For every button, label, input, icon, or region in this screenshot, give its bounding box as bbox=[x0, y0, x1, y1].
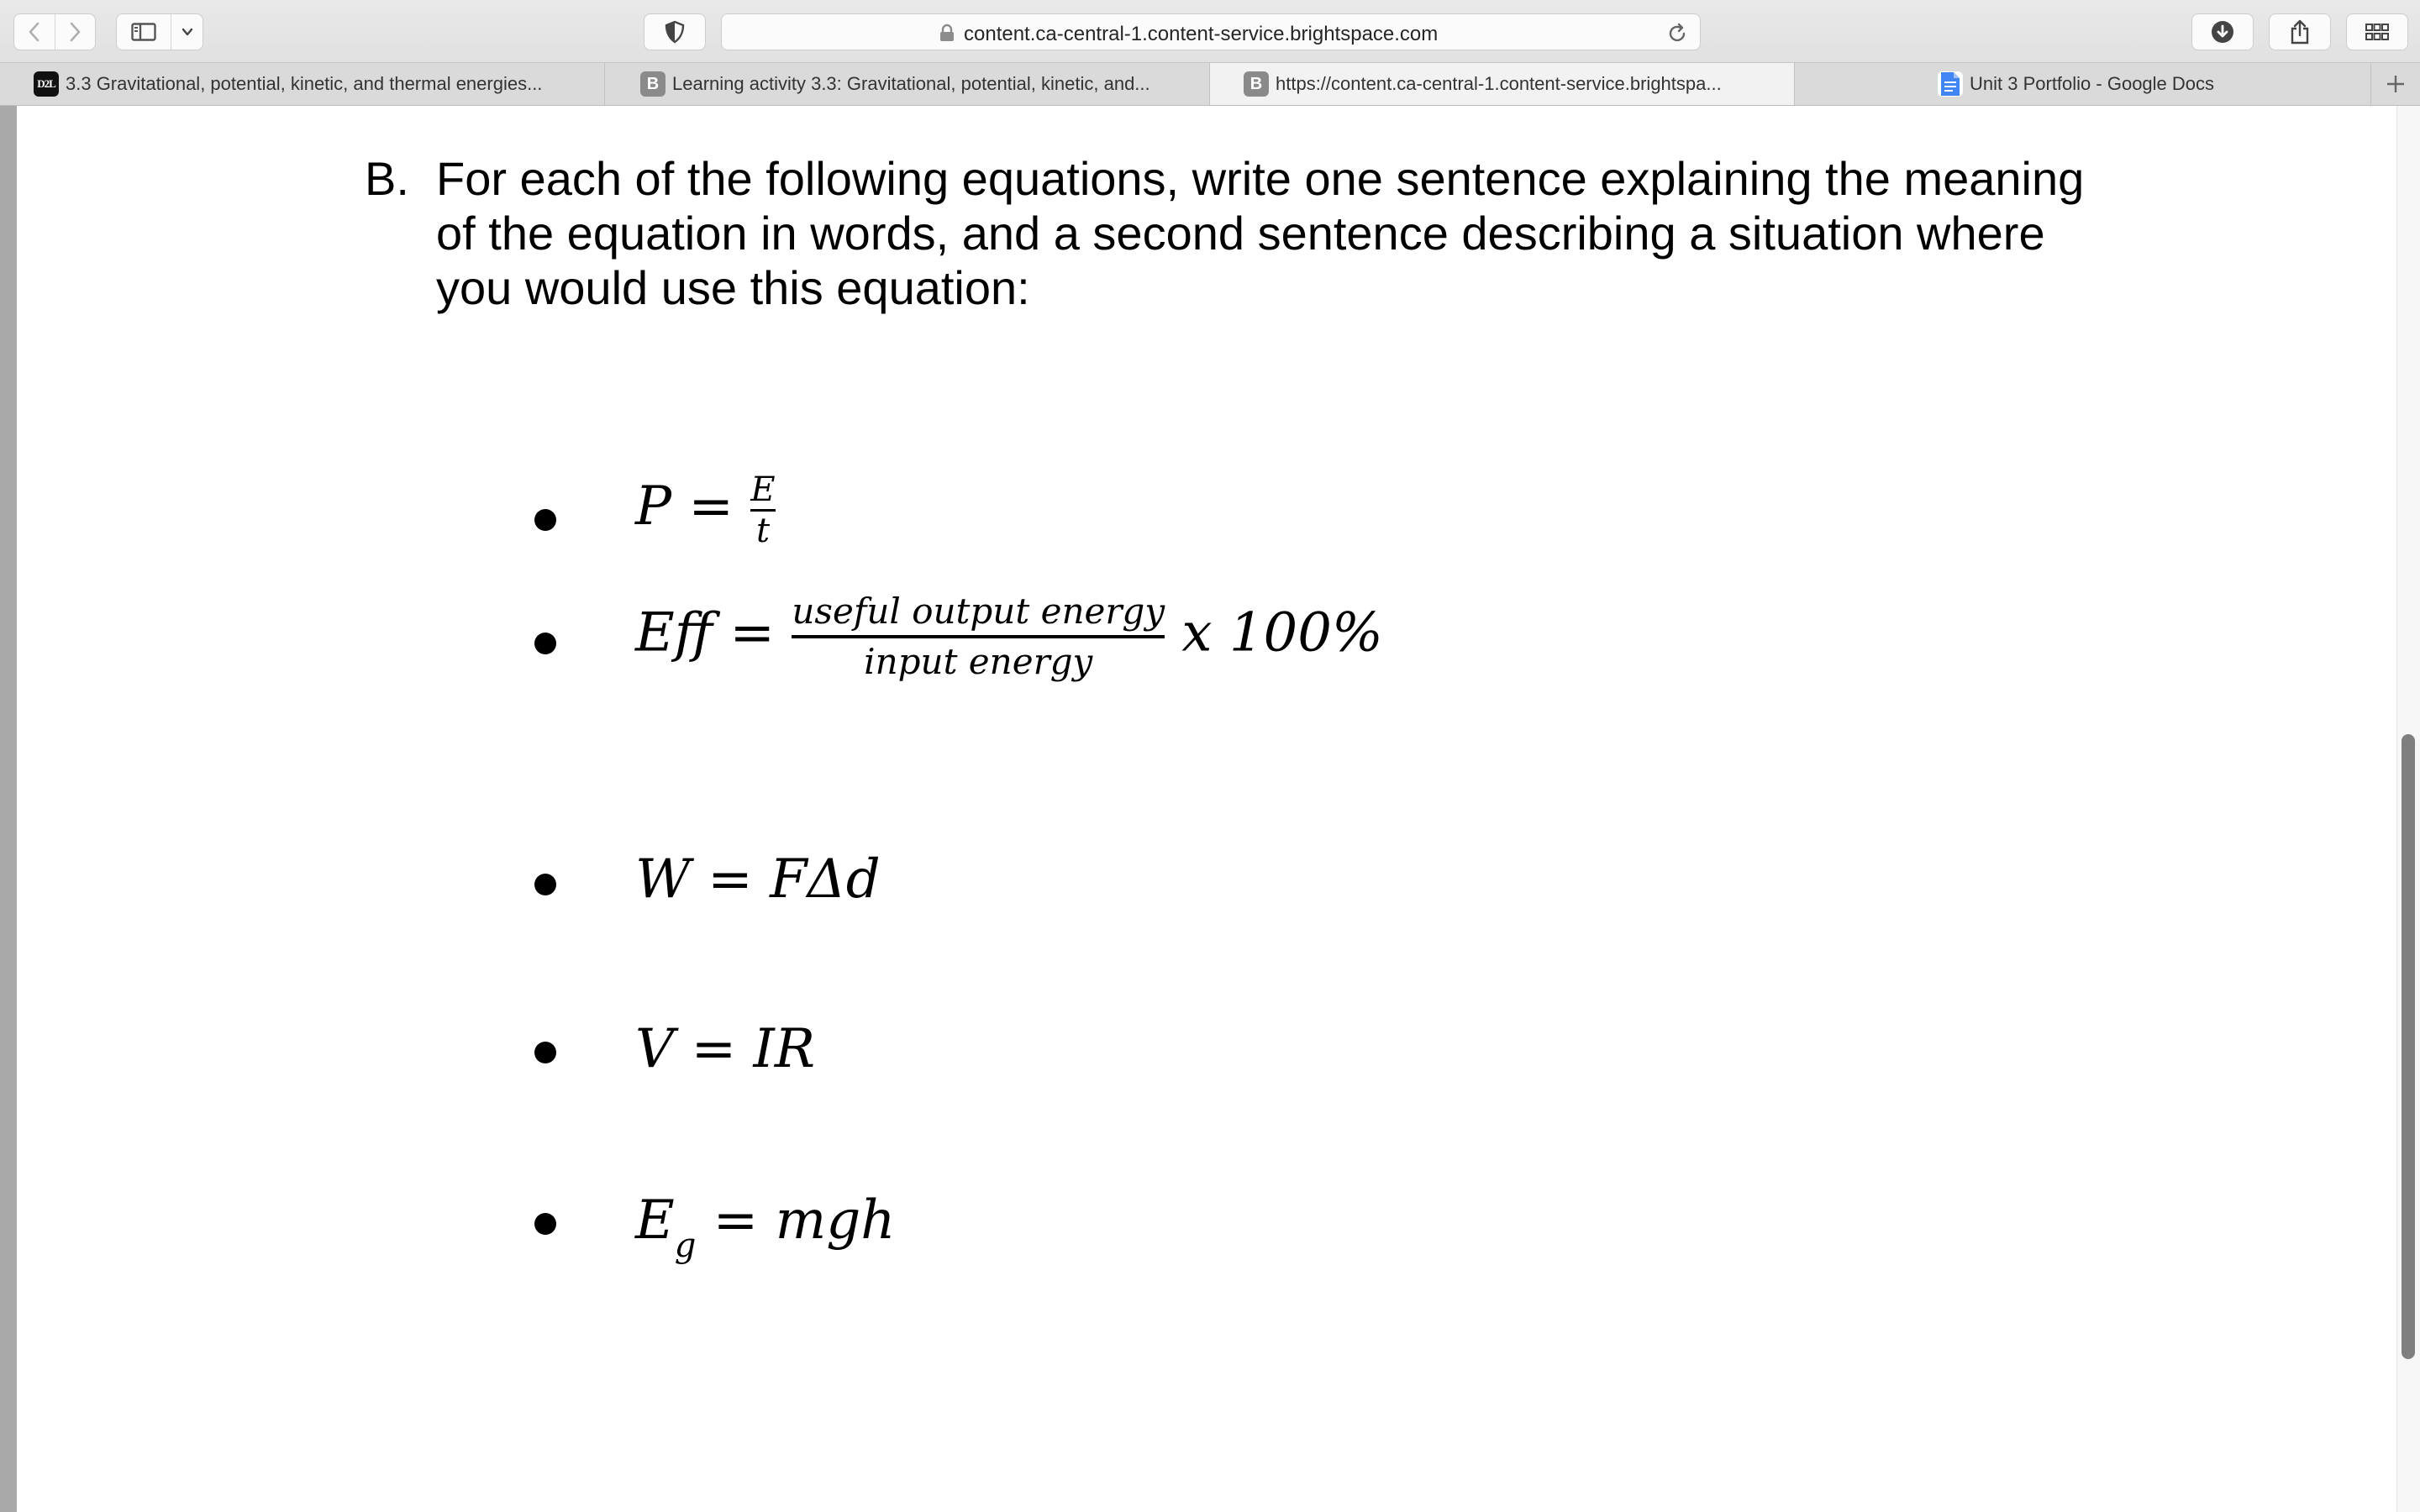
tab-google-docs[interactable]: Unit 3 Portfolio - Google Docs bbox=[1795, 63, 2371, 105]
bullet-icon bbox=[534, 1213, 556, 1235]
scrollbar-thumb[interactable] bbox=[2402, 734, 2415, 1359]
address-url: content.ca-central-1.content-service.bri… bbox=[964, 23, 1439, 45]
sidebar-dropdown-button[interactable] bbox=[171, 14, 203, 50]
brightspace-favicon-icon: B bbox=[1244, 71, 1269, 97]
tab-learning-activity[interactable]: B Learning activity 3.3: Gravitational, … bbox=[605, 63, 1210, 105]
page-left-edge bbox=[0, 106, 17, 1512]
privacy-report-button[interactable] bbox=[644, 13, 706, 50]
bullet-icon bbox=[534, 874, 556, 895]
tab-content-service[interactable]: B https://content.ca-central-1.content-s… bbox=[1210, 63, 1795, 105]
lock-icon bbox=[940, 24, 954, 41]
share-icon bbox=[2291, 19, 2309, 45]
sidebar-group bbox=[116, 13, 203, 50]
forward-button[interactable] bbox=[54, 14, 96, 50]
tab-title: 3.3 Gravitational, potential, kinetic, a… bbox=[66, 73, 543, 94]
tab-title: Unit 3 Portfolio - Google Docs bbox=[1970, 73, 2215, 94]
chevron-down-icon bbox=[182, 28, 192, 36]
address-bar[interactable]: content.ca-central-1.content-service.bri… bbox=[721, 13, 1701, 50]
equation-efficiency: Eff = useful output energy input energy … bbox=[635, 591, 1383, 682]
brightspace-favicon-icon: B bbox=[640, 71, 666, 97]
d2l-favicon-icon: D2L bbox=[34, 71, 59, 97]
tab-overview-icon bbox=[2365, 24, 2389, 40]
history-nav-group bbox=[13, 13, 96, 50]
equation-work: W = FΔd bbox=[635, 848, 881, 911]
bullet-icon bbox=[534, 1042, 556, 1063]
equation-ohms-law: V = IR bbox=[635, 1018, 815, 1080]
browser-toolbar: content.ca-central-1.content-service.bri… bbox=[0, 0, 2420, 62]
question-text: For each of the following equations, wri… bbox=[436, 152, 2085, 314]
equation-gravitational-energy: Eg = mgh bbox=[635, 1189, 896, 1265]
equation-power: P = E t bbox=[635, 470, 776, 550]
chevron-right-icon bbox=[70, 22, 81, 42]
tab-bar: D2L 3.3 Gravitational, potential, kineti… bbox=[0, 62, 2420, 106]
tab-title: Learning activity 3.3: Gravitational, po… bbox=[672, 73, 1150, 94]
new-tab-button[interactable] bbox=[2371, 63, 2420, 105]
question-marker: B. bbox=[365, 152, 409, 205]
download-icon bbox=[2212, 21, 2233, 43]
tab-d2l-lesson[interactable]: D2L 3.3 Gravitational, potential, kineti… bbox=[0, 63, 605, 105]
share-button[interactable] bbox=[2269, 13, 2331, 50]
sidebar-toggle-button[interactable] bbox=[117, 14, 171, 50]
chevron-left-icon bbox=[29, 22, 39, 42]
back-button[interactable] bbox=[14, 14, 55, 50]
reload-icon[interactable] bbox=[1666, 23, 1688, 45]
tab-title: https://content.ca-central-1.content-ser… bbox=[1276, 73, 1722, 94]
plus-icon bbox=[2387, 76, 2404, 92]
downloads-button[interactable] bbox=[2191, 13, 2254, 50]
shield-icon bbox=[665, 20, 685, 44]
tab-overview-button[interactable] bbox=[2346, 13, 2408, 50]
bullet-icon bbox=[534, 509, 556, 531]
google-docs-icon bbox=[1938, 71, 1963, 97]
sidebar-icon bbox=[131, 23, 156, 41]
bullet-icon bbox=[534, 633, 556, 654]
